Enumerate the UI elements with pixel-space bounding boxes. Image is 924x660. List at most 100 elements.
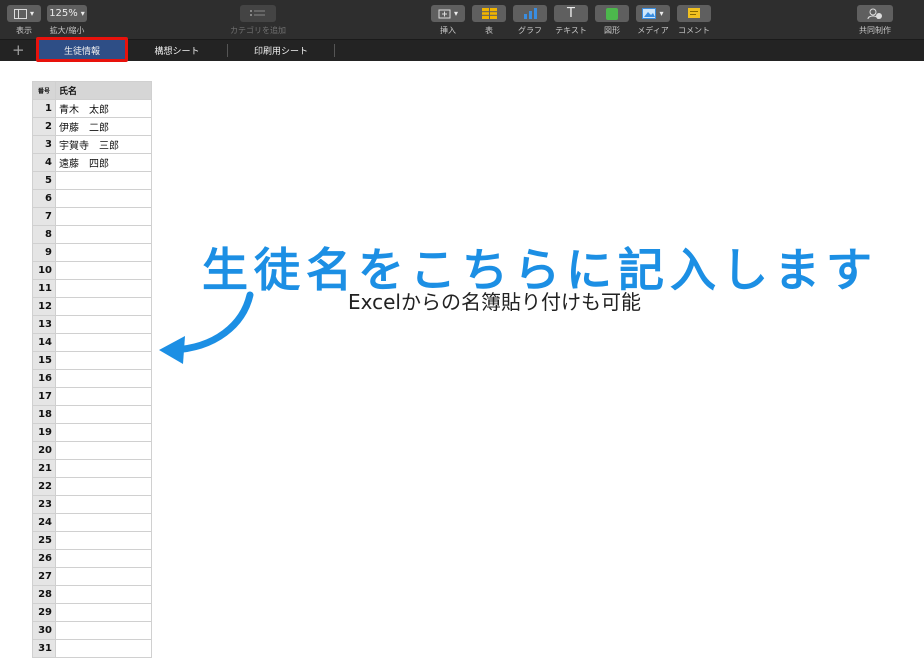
name-cell[interactable] bbox=[55, 207, 152, 226]
name-cell[interactable] bbox=[55, 315, 152, 334]
name-cell[interactable] bbox=[55, 513, 152, 532]
table-row: 15 bbox=[32, 351, 152, 370]
name-cell[interactable]: 宇賀寺 三郎 bbox=[55, 135, 152, 154]
chart-button[interactable] bbox=[513, 5, 547, 22]
name-cell[interactable] bbox=[55, 477, 152, 496]
comment-icon bbox=[688, 7, 700, 18]
media-button[interactable]: ▾ bbox=[636, 5, 670, 22]
text-button[interactable]: T bbox=[554, 5, 588, 22]
row-number[interactable]: 11 bbox=[32, 279, 56, 298]
row-number[interactable]: 14 bbox=[32, 333, 56, 352]
zoom-label: 拡大/縮小 bbox=[49, 26, 85, 35]
row-number[interactable]: 20 bbox=[32, 441, 56, 460]
name-cell[interactable] bbox=[55, 639, 152, 658]
row-number[interactable]: 8 bbox=[32, 225, 56, 244]
text-label: テキスト bbox=[555, 26, 587, 35]
table-row: 2 伊藤 二郎 bbox=[32, 117, 152, 136]
row-number[interactable]: 5 bbox=[32, 171, 56, 190]
row-number[interactable]: 31 bbox=[32, 639, 56, 658]
row-number[interactable]: 10 bbox=[32, 261, 56, 280]
name-cell[interactable] bbox=[55, 333, 152, 352]
table-row: 29 bbox=[32, 603, 152, 622]
name-cell[interactable] bbox=[55, 405, 152, 424]
name-cell[interactable] bbox=[55, 567, 152, 586]
annotation-subtext: Excelからの名簿貼り付けも可能 bbox=[348, 290, 641, 314]
add-sheet-icon[interactable]: + bbox=[12, 41, 25, 59]
row-number[interactable]: 25 bbox=[32, 531, 56, 550]
row-number[interactable]: 16 bbox=[32, 369, 56, 388]
row-number[interactable]: 17 bbox=[32, 387, 56, 406]
table-body: 1 青木 太郎 2 伊藤 二郎 3 宇賀寺 三郎 4 遠藤 四郎 5 6 7 8 9 10 11 12 13 14… bbox=[32, 99, 152, 658]
row-number[interactable]: 24 bbox=[32, 513, 56, 532]
name-cell[interactable] bbox=[55, 603, 152, 622]
tab-print-sheet[interactable]: 印刷用シート bbox=[229, 40, 333, 61]
row-number[interactable]: 30 bbox=[32, 621, 56, 640]
header-number[interactable]: 番号 bbox=[32, 81, 56, 100]
row-number[interactable]: 13 bbox=[32, 315, 56, 334]
header-name[interactable]: 氏名 bbox=[55, 81, 152, 100]
name-cell[interactable] bbox=[55, 531, 152, 550]
row-number[interactable]: 27 bbox=[32, 567, 56, 586]
table-row: 1 青木 太郎 bbox=[32, 99, 152, 118]
table-row: 27 bbox=[32, 567, 152, 586]
name-cell[interactable] bbox=[55, 621, 152, 640]
name-cell[interactable] bbox=[55, 495, 152, 514]
row-number[interactable]: 2 bbox=[32, 117, 56, 136]
row-number[interactable]: 22 bbox=[32, 477, 56, 496]
table-row: 3 宇賀寺 三郎 bbox=[32, 135, 152, 154]
chevron-down-icon: ▾ bbox=[80, 9, 85, 18]
row-number[interactable]: 7 bbox=[32, 207, 56, 226]
name-cell[interactable] bbox=[55, 387, 152, 406]
table-row: 16 bbox=[32, 369, 152, 388]
shape-button[interactable] bbox=[595, 5, 629, 22]
view-button[interactable]: ▾ bbox=[7, 5, 41, 22]
chevron-down-icon: ▾ bbox=[453, 9, 458, 18]
name-cell[interactable]: 遠藤 四郎 bbox=[55, 153, 152, 172]
name-cell[interactable] bbox=[55, 279, 152, 298]
insert-button[interactable]: ▾ bbox=[431, 5, 465, 22]
name-cell[interactable] bbox=[55, 243, 152, 262]
name-cell[interactable] bbox=[55, 585, 152, 604]
row-number[interactable]: 4 bbox=[32, 153, 56, 172]
name-cell[interactable] bbox=[55, 423, 152, 442]
comment-button[interactable] bbox=[677, 5, 711, 22]
row-number[interactable]: 6 bbox=[32, 189, 56, 208]
category-label: カテゴリを追加 bbox=[230, 26, 286, 35]
row-number[interactable]: 26 bbox=[32, 549, 56, 568]
zoom-select[interactable]: 125% ▾ bbox=[47, 5, 87, 22]
name-cell[interactable] bbox=[55, 459, 152, 478]
table-row: 25 bbox=[32, 531, 152, 550]
name-cell[interactable] bbox=[55, 297, 152, 316]
name-cell[interactable]: 青木 太郎 bbox=[55, 99, 152, 118]
chevron-down-icon: ▾ bbox=[29, 9, 34, 18]
row-number[interactable]: 1 bbox=[32, 99, 56, 118]
collaborate-button[interactable] bbox=[857, 5, 893, 22]
row-number[interactable]: 23 bbox=[32, 495, 56, 514]
row-number[interactable]: 9 bbox=[32, 243, 56, 262]
row-number[interactable]: 15 bbox=[32, 351, 56, 370]
table-row: 10 bbox=[32, 261, 152, 280]
name-cell[interactable] bbox=[55, 351, 152, 370]
row-number[interactable]: 28 bbox=[32, 585, 56, 604]
name-cell[interactable] bbox=[55, 369, 152, 388]
row-number[interactable]: 3 bbox=[32, 135, 56, 154]
row-number[interactable]: 29 bbox=[32, 603, 56, 622]
table-row: 4 遠藤 四郎 bbox=[32, 153, 152, 172]
text-icon: T bbox=[567, 6, 575, 21]
category-button[interactable] bbox=[240, 5, 276, 22]
row-number[interactable]: 12 bbox=[32, 297, 56, 316]
name-cell[interactable]: 伊藤 二郎 bbox=[55, 117, 152, 136]
name-cell[interactable] bbox=[55, 441, 152, 460]
row-number[interactable]: 18 bbox=[32, 405, 56, 424]
table-button[interactable] bbox=[472, 5, 506, 22]
table-row: 11 bbox=[32, 279, 152, 298]
tab-concept-sheet[interactable]: 構想シート bbox=[129, 40, 225, 61]
shape-icon bbox=[606, 7, 618, 20]
name-cell[interactable] bbox=[55, 189, 152, 208]
name-cell[interactable] bbox=[55, 225, 152, 244]
name-cell[interactable] bbox=[55, 171, 152, 190]
row-number[interactable]: 19 bbox=[32, 423, 56, 442]
name-cell[interactable] bbox=[55, 549, 152, 568]
name-cell[interactable] bbox=[55, 261, 152, 280]
row-number[interactable]: 21 bbox=[32, 459, 56, 478]
